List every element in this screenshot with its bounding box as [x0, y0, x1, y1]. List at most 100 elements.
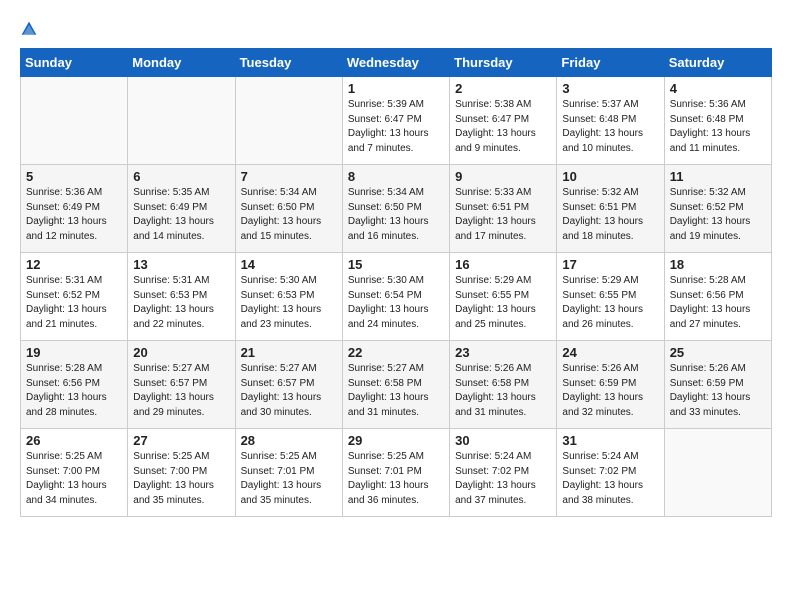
calendar-cell: 29 Sunrise: 5:25 AM Sunset: 7:01 PM Dayli… [342, 429, 449, 517]
calendar-cell: 22 Sunrise: 5:27 AM Sunset: 6:58 PM Dayli… [342, 341, 449, 429]
cell-info: Sunrise: 5:30 AM Sunset: 6:54 PM Dayligh… [348, 274, 444, 332]
weekday-header-friday: Friday [557, 49, 664, 77]
weekday-header-thursday: Thursday [450, 49, 557, 77]
day-number: 26 [26, 433, 122, 448]
day-number: 6 [133, 169, 229, 184]
cell-info: Sunrise: 5:26 AM Sunset: 6:59 PM Dayligh… [670, 362, 766, 420]
day-number: 13 [133, 257, 229, 272]
day-number: 4 [670, 81, 766, 96]
cell-info: Sunrise: 5:32 AM Sunset: 6:52 PM Dayligh… [670, 186, 766, 244]
calendar-cell [21, 77, 128, 165]
cell-info: Sunrise: 5:28 AM Sunset: 6:56 PM Dayligh… [26, 362, 122, 420]
cell-info: Sunrise: 5:31 AM Sunset: 6:52 PM Dayligh… [26, 274, 122, 332]
day-number: 2 [455, 81, 551, 96]
weekday-row: SundayMondayTuesdayWednesdayThursdayFrid… [21, 49, 772, 77]
calendar-week-4: 19 Sunrise: 5:28 AM Sunset: 6:56 PM Dayli… [21, 341, 772, 429]
day-number: 14 [241, 257, 337, 272]
day-number: 19 [26, 345, 122, 360]
day-number: 10 [562, 169, 658, 184]
day-number: 27 [133, 433, 229, 448]
page-header [20, 20, 772, 38]
day-number: 1 [348, 81, 444, 96]
cell-info: Sunrise: 5:27 AM Sunset: 6:57 PM Dayligh… [133, 362, 229, 420]
day-number: 3 [562, 81, 658, 96]
calendar-cell: 2Sunrise: 5:38 AM Sunset: 6:47 PM Daylig… [450, 77, 557, 165]
calendar-cell: 19 Sunrise: 5:28 AM Sunset: 6:56 PM Dayli… [21, 341, 128, 429]
calendar-cell: 15Sunrise: 5:30 AM Sunset: 6:54 PM Dayli… [342, 253, 449, 341]
logo [20, 20, 40, 38]
day-number: 12 [26, 257, 122, 272]
day-number: 9 [455, 169, 551, 184]
calendar-cell [128, 77, 235, 165]
cell-info: Sunrise: 5:30 AM Sunset: 6:53 PM Dayligh… [241, 274, 337, 332]
cell-info: Sunrise: 5:25 AM Sunset: 7:00 PM Dayligh… [26, 450, 122, 508]
cell-info: Sunrise: 5:25 AM Sunset: 7:01 PM Dayligh… [348, 450, 444, 508]
day-number: 31 [562, 433, 658, 448]
day-number: 25 [670, 345, 766, 360]
calendar-cell: 7Sunrise: 5:34 AM Sunset: 6:50 PM Daylig… [235, 165, 342, 253]
day-number: 7 [241, 169, 337, 184]
calendar-cell: 21 Sunrise: 5:27 AM Sunset: 6:57 PM Dayli… [235, 341, 342, 429]
cell-info: Sunrise: 5:39 AM Sunset: 6:47 PM Dayligh… [348, 98, 444, 156]
cell-info: Sunrise: 5:26 AM Sunset: 6:59 PM Dayligh… [562, 362, 658, 420]
cell-info: Sunrise: 5:29 AM Sunset: 6:55 PM Dayligh… [562, 274, 658, 332]
calendar-cell: 28Sunrise: 5:25 AM Sunset: 7:01 PM Dayli… [235, 429, 342, 517]
weekday-header-sunday: Sunday [21, 49, 128, 77]
day-number: 11 [670, 169, 766, 184]
calendar-cell: 1 Sunrise: 5:39 AM Sunset: 6:47 PM Daylig… [342, 77, 449, 165]
cell-info: Sunrise: 5:36 AM Sunset: 6:49 PM Dayligh… [26, 186, 122, 244]
cell-info: Sunrise: 5:25 AM Sunset: 7:00 PM Dayligh… [133, 450, 229, 508]
calendar-cell: 30 Sunrise: 5:24 AM Sunset: 7:02 PM Dayli… [450, 429, 557, 517]
calendar-cell: 14 Sunrise: 5:30 AM Sunset: 6:53 PM Dayli… [235, 253, 342, 341]
day-number: 16 [455, 257, 551, 272]
calendar-cell: 8 Sunrise: 5:34 AM Sunset: 6:50 PM Daylig… [342, 165, 449, 253]
day-number: 17 [562, 257, 658, 272]
calendar-cell: 5 Sunrise: 5:36 AM Sunset: 6:49 PM Daylig… [21, 165, 128, 253]
calendar-cell: 13Sunrise: 5:31 AM Sunset: 6:53 PM Dayli… [128, 253, 235, 341]
calendar-cell: 20 Sunrise: 5:27 AM Sunset: 6:57 PM Dayli… [128, 341, 235, 429]
cell-info: Sunrise: 5:34 AM Sunset: 6:50 PM Dayligh… [348, 186, 444, 244]
calendar-cell [235, 77, 342, 165]
day-number: 30 [455, 433, 551, 448]
calendar-cell: 25 Sunrise: 5:26 AM Sunset: 6:59 PM Dayli… [664, 341, 771, 429]
cell-info: Sunrise: 5:24 AM Sunset: 7:02 PM Dayligh… [455, 450, 551, 508]
cell-info: Sunrise: 5:24 AM Sunset: 7:02 PM Dayligh… [562, 450, 658, 508]
day-number: 21 [241, 345, 337, 360]
calendar-cell: 24 Sunrise: 5:26 AM Sunset: 6:59 PM Dayli… [557, 341, 664, 429]
calendar-week-2: 5 Sunrise: 5:36 AM Sunset: 6:49 PM Daylig… [21, 165, 772, 253]
cell-info: Sunrise: 5:26 AM Sunset: 6:58 PM Dayligh… [455, 362, 551, 420]
weekday-header-wednesday: Wednesday [342, 49, 449, 77]
day-number: 28 [241, 433, 337, 448]
calendar-week-1: 1 Sunrise: 5:39 AM Sunset: 6:47 PM Daylig… [21, 77, 772, 165]
calendar-cell: 27 Sunrise: 5:25 AM Sunset: 7:00 PM Dayli… [128, 429, 235, 517]
calendar-cell: 9Sunrise: 5:33 AM Sunset: 6:51 PM Daylig… [450, 165, 557, 253]
calendar-cell: 6 Sunrise: 5:35 AM Sunset: 6:49 PM Daylig… [128, 165, 235, 253]
calendar-week-5: 26 Sunrise: 5:25 AM Sunset: 7:00 PM Dayli… [21, 429, 772, 517]
day-number: 23 [455, 345, 551, 360]
day-number: 8 [348, 169, 444, 184]
day-number: 24 [562, 345, 658, 360]
weekday-header-saturday: Saturday [664, 49, 771, 77]
calendar-cell: 23 Sunrise: 5:26 AM Sunset: 6:58 PM Dayli… [450, 341, 557, 429]
day-number: 20 [133, 345, 229, 360]
cell-info: Sunrise: 5:27 AM Sunset: 6:58 PM Dayligh… [348, 362, 444, 420]
calendar-week-3: 12 Sunrise: 5:31 AM Sunset: 6:52 PM Dayli… [21, 253, 772, 341]
cell-info: Sunrise: 5:29 AM Sunset: 6:55 PM Dayligh… [455, 274, 551, 332]
calendar-cell [664, 429, 771, 517]
day-number: 18 [670, 257, 766, 272]
calendar-body: 1 Sunrise: 5:39 AM Sunset: 6:47 PM Daylig… [21, 77, 772, 517]
calendar-header: SundayMondayTuesdayWednesdayThursdayFrid… [21, 49, 772, 77]
day-number: 22 [348, 345, 444, 360]
day-number: 29 [348, 433, 444, 448]
weekday-header-monday: Monday [128, 49, 235, 77]
cell-info: Sunrise: 5:35 AM Sunset: 6:49 PM Dayligh… [133, 186, 229, 244]
cell-info: Sunrise: 5:28 AM Sunset: 6:56 PM Dayligh… [670, 274, 766, 332]
calendar-cell: 26 Sunrise: 5:25 AM Sunset: 7:00 PM Dayli… [21, 429, 128, 517]
calendar-cell: 16 Sunrise: 5:29 AM Sunset: 6:55 PM Dayli… [450, 253, 557, 341]
cell-info: Sunrise: 5:27 AM Sunset: 6:57 PM Dayligh… [241, 362, 337, 420]
calendar-cell: 11 Sunrise: 5:32 AM Sunset: 6:52 PM Dayli… [664, 165, 771, 253]
cell-info: Sunrise: 5:37 AM Sunset: 6:48 PM Dayligh… [562, 98, 658, 156]
cell-info: Sunrise: 5:36 AM Sunset: 6:48 PM Dayligh… [670, 98, 766, 156]
logo-icon [20, 20, 38, 38]
day-number: 5 [26, 169, 122, 184]
